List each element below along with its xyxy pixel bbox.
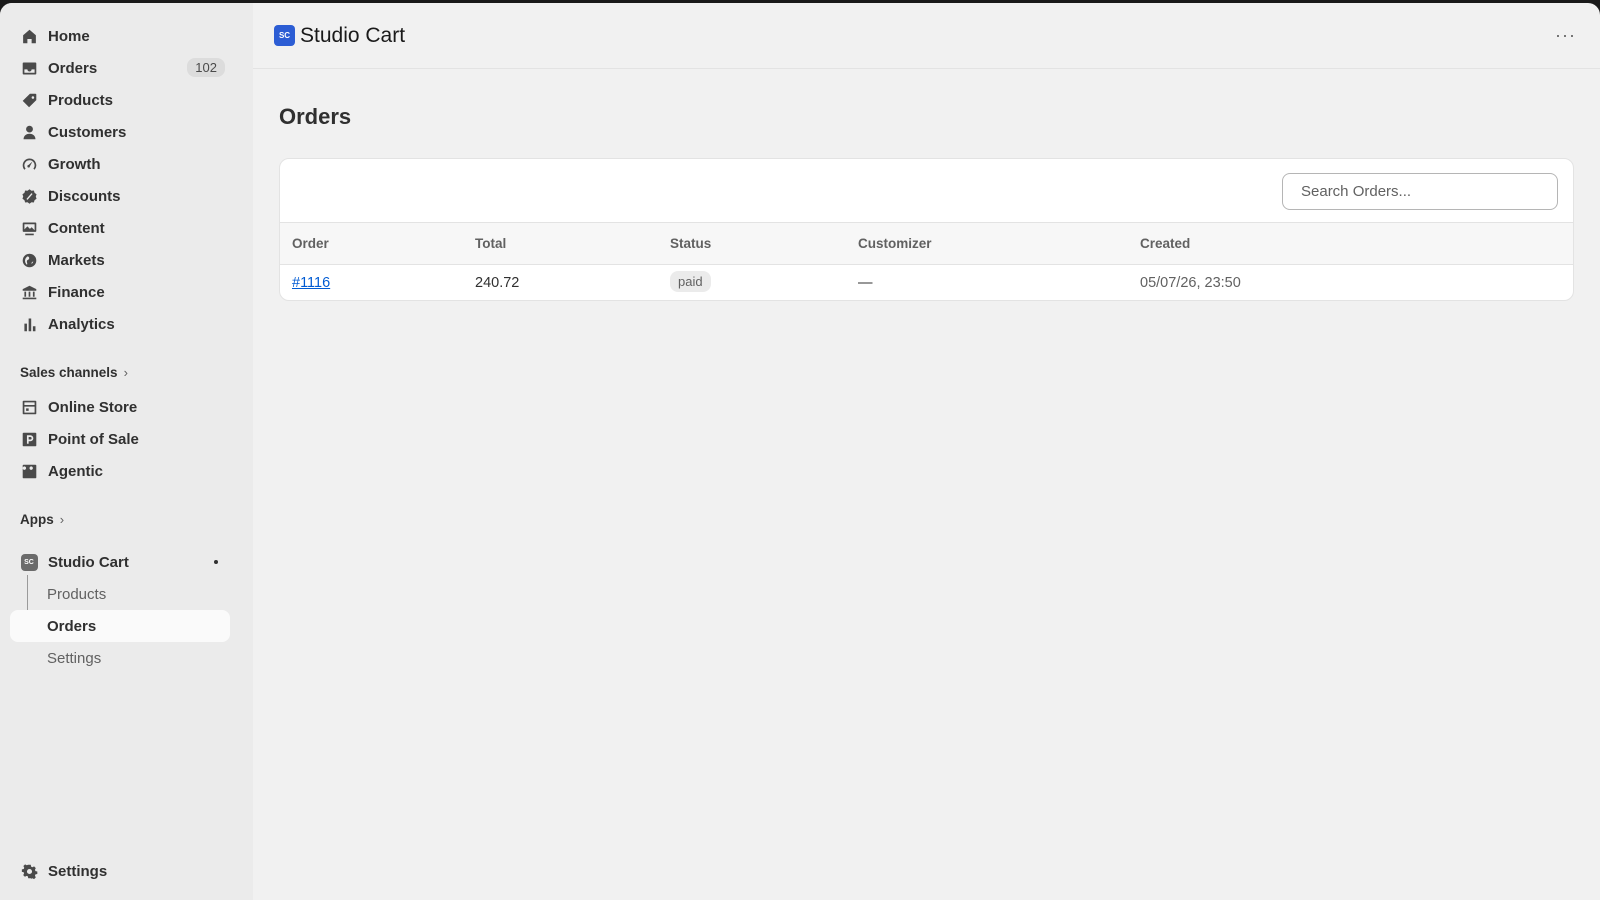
chevron-right-icon: › bbox=[59, 512, 65, 527]
sidebar-item-finance[interactable]: Finance bbox=[10, 276, 230, 308]
order-link[interactable]: #1116 bbox=[292, 275, 330, 291]
sidebar-item-label: Home bbox=[48, 27, 90, 45]
table-header: Order Total Status Customizer Created bbox=[280, 222, 1573, 265]
sidebar-item-agentic[interactable]: Agentic bbox=[10, 455, 230, 487]
apps-label: Apps bbox=[20, 512, 54, 527]
sidebar-item-products[interactable]: Products bbox=[10, 84, 230, 116]
unread-dot bbox=[214, 560, 218, 564]
sidebar-item-label: Markets bbox=[48, 251, 105, 269]
globe-icon bbox=[20, 251, 38, 269]
sidebar-item-analytics[interactable]: Analytics bbox=[10, 308, 230, 340]
orders-count-badge: 102 bbox=[187, 58, 225, 77]
sidebar-item-label: Finance bbox=[48, 283, 105, 301]
app-icon-text: SC bbox=[20, 553, 38, 571]
order-total: 240.72 bbox=[475, 275, 520, 291]
sidebar-item-label: Orders bbox=[48, 59, 98, 77]
order-created: 05/07/26, 23:50 bbox=[1140, 275, 1241, 291]
column-header-status[interactable]: Status bbox=[670, 236, 711, 251]
app-sub-item-orders[interactable]: Orders bbox=[10, 610, 230, 642]
main-content: SC Studio Cart ··· Orders Order Total St… bbox=[253, 3, 1600, 900]
app-header: SC Studio Cart ··· bbox=[253, 3, 1600, 69]
sidebar-item-label: Growth bbox=[48, 155, 101, 173]
studio-cart-app-icon: SC bbox=[20, 553, 38, 571]
page-title: Orders bbox=[279, 104, 352, 129]
sidebar-item-discounts[interactable]: Discounts bbox=[10, 180, 230, 212]
sidebar-item-label: Settings bbox=[48, 862, 108, 880]
gear-icon bbox=[20, 862, 38, 880]
sidebar-item-label: Discounts bbox=[48, 187, 121, 205]
sidebar-item-settings[interactable]: Settings bbox=[10, 855, 230, 887]
app-sub-item-settings[interactable]: Settings bbox=[10, 642, 230, 674]
chevron-right-icon: › bbox=[123, 365, 128, 380]
discount-icon bbox=[20, 187, 38, 205]
sidebar-item-orders[interactable]: Orders 102 bbox=[10, 52, 230, 84]
column-header-created[interactable]: Created bbox=[1140, 236, 1190, 251]
sidebar-item-label: Customers bbox=[48, 123, 127, 141]
order-customizer: — bbox=[858, 275, 873, 291]
table-row[interactable]: #1116 240.72 paid — 05/07/26, 23:50 bbox=[280, 265, 1573, 300]
app-title: Studio Cart bbox=[300, 23, 406, 47]
sidebar-item-content[interactable]: Content bbox=[10, 212, 230, 244]
app-sub-item-products[interactable]: Products bbox=[10, 578, 230, 610]
column-header-order[interactable]: Order bbox=[292, 236, 329, 251]
sidebar-item-online-store[interactable]: Online Store bbox=[10, 391, 230, 423]
sidebar-item-point-of-sale[interactable]: Point of Sale bbox=[10, 423, 230, 455]
app-logo: SC bbox=[274, 25, 295, 46]
bar-chart-icon bbox=[20, 315, 38, 333]
orders-table-card: Order Total Status Customizer Created #1… bbox=[279, 158, 1574, 301]
sidebar-item-customers[interactable]: Customers bbox=[10, 116, 230, 148]
tag-icon bbox=[20, 91, 38, 109]
sales-channels-label: Sales channels bbox=[20, 365, 118, 380]
status-badge: paid bbox=[670, 271, 711, 292]
sidebar-item-label: Studio Cart bbox=[48, 553, 129, 571]
sidebar-item-studio-cart[interactable]: SC Studio Cart bbox=[10, 546, 230, 578]
sidebar-item-label: Products bbox=[48, 91, 114, 109]
sidebar-item-label: Analytics bbox=[48, 315, 115, 333]
sidebar-item-growth[interactable]: Growth bbox=[10, 148, 230, 180]
column-header-total[interactable]: Total bbox=[475, 236, 506, 251]
app-window: Home Orders 102 Products Customers Growt… bbox=[0, 3, 1600, 900]
home-icon bbox=[20, 27, 38, 45]
sidebar: Home Orders 102 Products Customers Growt… bbox=[0, 3, 253, 900]
inbox-icon bbox=[20, 59, 38, 77]
bank-icon bbox=[20, 283, 38, 301]
sidebar-item-label: Agentic bbox=[48, 462, 104, 480]
sidebar-item-label: Point of Sale bbox=[48, 430, 139, 448]
sales-channels-heading[interactable]: Sales channels › bbox=[20, 365, 128, 380]
sidebar-item-label: Online Store bbox=[48, 398, 138, 416]
store-icon bbox=[20, 398, 38, 416]
sidebar-item-label: Content bbox=[48, 219, 105, 237]
sidebar-item-home[interactable]: Home bbox=[10, 20, 230, 52]
sidebar-item-markets[interactable]: Markets bbox=[10, 244, 230, 276]
more-options-button[interactable]: ··· bbox=[1555, 25, 1576, 46]
content-icon bbox=[20, 219, 38, 237]
gauge-icon bbox=[20, 155, 38, 173]
agentic-icon bbox=[20, 462, 38, 480]
apps-heading[interactable]: Apps › bbox=[20, 512, 64, 527]
column-header-customizer[interactable]: Customizer bbox=[858, 236, 932, 251]
pos-icon bbox=[20, 430, 38, 448]
person-icon bbox=[20, 123, 38, 141]
search-input[interactable] bbox=[1282, 173, 1558, 210]
